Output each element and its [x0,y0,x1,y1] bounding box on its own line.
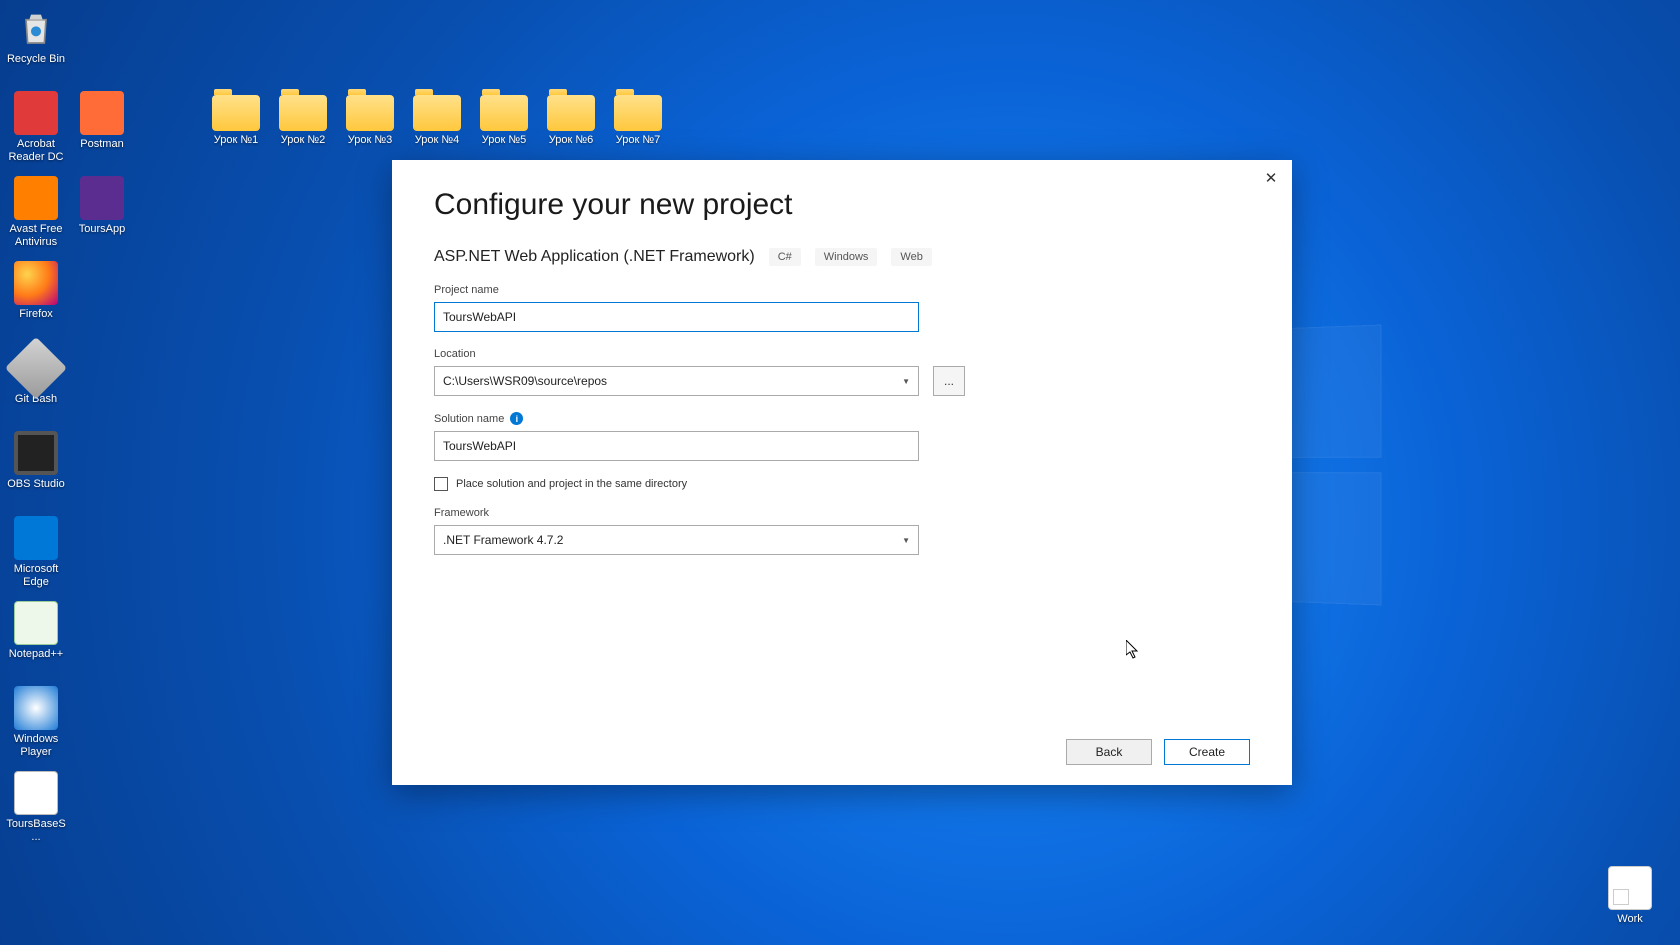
project-name-label: Project name [434,284,1250,296]
dialog-title: Configure your new project [434,188,1250,222]
desktop-icon-notepad-[interactable]: Notepad++ [6,601,66,661]
info-icon[interactable]: i [510,412,523,425]
avast-icon [14,176,58,220]
chevron-down-icon: ▼ [898,377,914,386]
desktop-icon--5[interactable]: Урок №5 [474,95,534,147]
tag-type: Web [891,248,931,266]
tag-language: C# [769,248,801,266]
desktop-icon-firefox[interactable]: Firefox [6,261,66,321]
folder-icon [279,95,327,131]
obs-icon [14,431,58,475]
desktop-icon-label: Postman [72,138,132,151]
desktop-icon-label: Урок №4 [407,134,467,147]
firefox-icon [14,261,58,305]
vs-icon [80,176,124,220]
doc-icon [1608,866,1652,910]
gitbash-icon [5,337,67,399]
chevron-down-icon: ▼ [898,536,914,545]
project-name-input[interactable] [434,302,919,332]
desktop-icon-postman[interactable]: Postman [72,91,132,151]
desktop-icon-label: Avast Free Antivirus [6,223,66,248]
desktop-icon-label: Recycle Bin [6,53,66,66]
desktop-icon-toursapp[interactable]: ToursApp [72,176,132,236]
desktop-icon-work[interactable]: Work [1600,866,1660,926]
desktop-icon-microsoft-edge[interactable]: Microsoft Edge [6,516,66,588]
tag-platform: Windows [815,248,878,266]
desktop-icon--7[interactable]: Урок №7 [608,95,668,147]
acrobat-icon [14,91,58,135]
solution-name-input[interactable] [434,431,919,461]
location-label: Location [434,348,1250,360]
folder-icon [413,95,461,131]
folder-icon [346,95,394,131]
framework-combo[interactable]: .NET Framework 4.7.2 ▼ [434,525,919,555]
location-value: C:\Users\WSR09\source\repos [443,374,607,388]
desktop-icon-avast-free-antivirus[interactable]: Avast Free Antivirus [6,176,66,248]
desktop-icon-toursbases-[interactable]: ToursBaseS... [6,771,66,843]
same-directory-label: Place solution and project in the same d… [456,478,687,490]
npp-icon [14,601,58,645]
framework-label: Framework [434,507,1250,519]
back-button[interactable]: Back [1066,739,1152,765]
desktop-icon-label: Урок №1 [206,134,266,147]
desktop-icon-label: ToursApp [72,223,132,236]
desktop-icon--1[interactable]: Урок №1 [206,95,266,147]
desktop-icon--6[interactable]: Урок №6 [541,95,601,147]
folder-icon [547,95,595,131]
desktop-icon--4[interactable]: Урок №4 [407,95,467,147]
desktop-icon--2[interactable]: Урок №2 [273,95,333,147]
desktop-icon--3[interactable]: Урок №3 [340,95,400,147]
new-project-dialog: ✕ Configure your new project ASP.NET Web… [392,160,1292,785]
folder-icon [212,95,260,131]
desktop-icon-label: Microsoft Edge [6,563,66,588]
desktop-icon-recycle-bin[interactable]: Recycle Bin [6,6,66,66]
close-button[interactable]: ✕ [1256,166,1286,190]
edge-icon [14,516,58,560]
desktop-icon-label: OBS Studio [6,478,66,491]
browse-button[interactable]: ... [933,366,965,396]
template-name: ASP.NET Web Application (.NET Framework) [434,248,755,266]
desktop-icon-label: Урок №7 [608,134,668,147]
wmp-icon [14,686,58,730]
recycle-icon [14,6,58,50]
folder-icon [480,95,528,131]
desktop-icon-label: ToursBaseS... [6,818,66,843]
desktop-icon-label: Урок №3 [340,134,400,147]
framework-value: .NET Framework 4.7.2 [443,533,563,547]
desktop-icon-label: Урок №5 [474,134,534,147]
same-directory-checkbox[interactable] [434,477,448,491]
folder-icon [614,95,662,131]
desktop-icon-label: Урок №2 [273,134,333,147]
create-button[interactable]: Create [1164,739,1250,765]
desktop-icon-label: Notepad++ [6,648,66,661]
location-combo[interactable]: C:\Users\WSR09\source\repos ▼ [434,366,919,396]
desktop-icon-label: Урок №6 [541,134,601,147]
desktop-icon-obs-studio[interactable]: OBS Studio [6,431,66,491]
sql-icon [14,771,58,815]
solution-name-label: Solution name [434,413,504,425]
desktop-icon-windows-player[interactable]: Windows Player [6,686,66,758]
desktop-icon-label: Acrobat Reader DC [6,138,66,163]
desktop-icon-acrobat-reader-dc[interactable]: Acrobat Reader DC [6,91,66,163]
desktop-icon-label: Firefox [6,308,66,321]
desktop-icon-label: Windows Player [6,733,66,758]
postman-icon [80,91,124,135]
desktop-icon-label: Work [1600,913,1660,926]
desktop-icon-git-bash[interactable]: Git Bash [6,346,66,406]
